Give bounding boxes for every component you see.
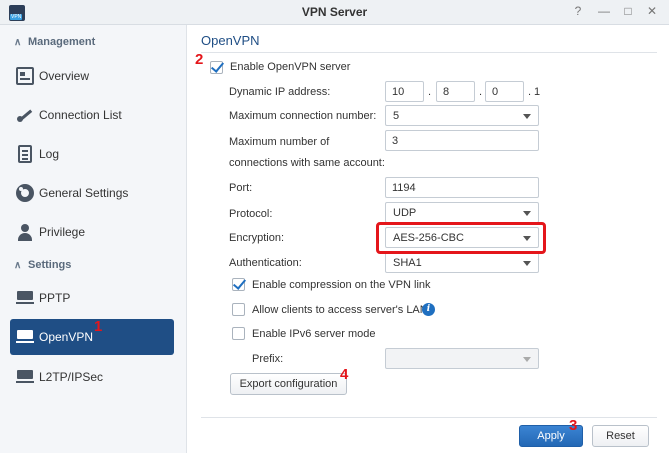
window-title: VPN Server (301, 5, 368, 19)
max-same-account-input[interactable] (385, 130, 539, 151)
sidebar-item-label: L2TP/IPSec (39, 370, 104, 384)
chevron-down-icon (523, 114, 531, 119)
sidebar-item-connection-list[interactable]: Connection List (10, 97, 174, 133)
sidebar-item-label: OpenVPN (39, 330, 94, 344)
callout-4: 4 (340, 366, 349, 383)
chevron-up-icon: ∧ (14, 260, 22, 271)
lan-access-label: Allow clients to access server's LAN (252, 304, 428, 316)
ip-last-octet: 1 (534, 86, 541, 98)
ip-octet-1-input[interactable] (385, 81, 424, 102)
callout-1: 1 (94, 318, 103, 335)
chevron-down-icon (523, 357, 531, 362)
chevron-down-icon (523, 261, 531, 266)
port-label: Port: (229, 182, 253, 194)
footer-divider (201, 417, 657, 418)
close-icon[interactable]: ✕ (644, 4, 660, 18)
user-icon (16, 223, 34, 241)
sidebar-item-l2tp-ipsec[interactable]: L2TP/IPSec (10, 359, 174, 395)
enable-openvpn-checkbox[interactable] (210, 61, 223, 74)
sidebar-item-label: PPTP (39, 291, 71, 305)
sidebar-item-log[interactable]: Log (10, 136, 174, 172)
sidebar-item-pptp[interactable]: PPTP (10, 280, 174, 316)
ip-separator: . (479, 86, 483, 98)
sidebar-item-label: Privilege (39, 225, 86, 239)
port-input[interactable] (385, 177, 539, 198)
protocol-label: Protocol: (229, 208, 273, 220)
max-same-account-label-2: connections with same account: (229, 157, 385, 169)
sidebar: ∧ Management Overview Connection List Log… (0, 25, 187, 453)
reset-button[interactable]: Reset (592, 425, 649, 447)
callout-3: 3 (569, 417, 578, 434)
dynamic-ip-label: Dynamic IP address: (229, 86, 331, 98)
encryption-label: Encryption: (229, 232, 285, 244)
settings-section-header[interactable]: ∧ Settings (14, 259, 71, 271)
title-bar: VPN Server ? — □ ✕ (0, 0, 669, 25)
max-same-account-label: Maximum number of (229, 136, 330, 148)
ip-octet-3-input[interactable] (485, 81, 524, 102)
log-icon (18, 145, 32, 163)
compression-label: Enable compression on the VPN link (252, 279, 431, 291)
network-icon (16, 328, 34, 346)
connection-plug-icon (16, 106, 34, 124)
info-icon[interactable]: i (422, 303, 435, 316)
ipv6-checkbox[interactable] (232, 327, 245, 340)
management-section-header[interactable]: ∧ Management (14, 36, 95, 48)
ip-separator: . (528, 86, 532, 98)
network-icon (16, 289, 34, 307)
overview-icon (16, 67, 34, 85)
sidebar-item-label: Connection List (39, 108, 122, 122)
protocol-select[interactable]: UDP (385, 202, 539, 223)
authentication-select[interactable]: SHA1 (385, 252, 539, 273)
sidebar-item-label: General Settings (39, 186, 129, 200)
sidebar-item-label: Overview (39, 69, 90, 83)
ip-separator: . (428, 86, 432, 98)
network-icon (16, 368, 34, 386)
prefix-select[interactable] (385, 348, 539, 369)
sidebar-item-label: Log (39, 147, 60, 161)
export-configuration-button[interactable]: Export configuration (230, 373, 347, 395)
prefix-label: Prefix: (252, 353, 284, 365)
title-divider (201, 52, 657, 53)
sidebar-item-overview[interactable]: Overview (10, 58, 174, 94)
compression-checkbox[interactable] (232, 278, 245, 291)
gear-icon (16, 184, 34, 202)
page-title: OpenVPN (201, 33, 260, 48)
callout-2: 2 (195, 51, 204, 68)
help-icon[interactable]: ? (570, 4, 586, 18)
chevron-up-icon: ∧ (14, 37, 22, 48)
lan-access-checkbox[interactable] (232, 303, 245, 316)
sidebar-item-general-settings[interactable]: General Settings (10, 175, 174, 211)
ip-octet-2-input[interactable] (436, 81, 475, 102)
ipv6-label: Enable IPv6 server mode (252, 328, 376, 340)
max-connection-label: Maximum connection number: (229, 110, 377, 122)
chevron-down-icon (523, 211, 531, 216)
encryption-highlight-box (376, 222, 546, 254)
sidebar-item-openvpn[interactable]: OpenVPN (10, 319, 174, 355)
max-connection-select[interactable]: 5 (385, 105, 539, 126)
enable-openvpn-label: Enable OpenVPN server (230, 61, 351, 73)
maximize-icon[interactable]: □ (620, 4, 636, 18)
minimize-icon[interactable]: — (596, 4, 612, 18)
authentication-label: Authentication: (229, 257, 302, 269)
sidebar-item-privilege[interactable]: Privilege (10, 214, 174, 250)
